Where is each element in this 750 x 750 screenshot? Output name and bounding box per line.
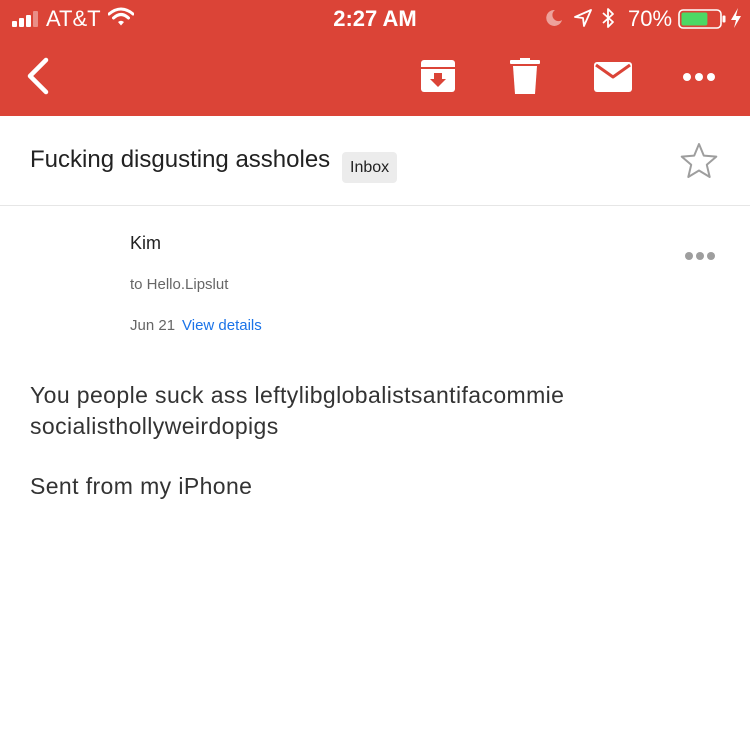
location-arrow-icon [574, 9, 592, 27]
trash-icon[interactable] [510, 58, 540, 94]
subject-row: Fucking disgusting assholes Inbox [0, 116, 750, 206]
email-body: You people suck ass leftylibglobalistsan… [30, 382, 565, 439]
battery-icon [678, 9, 726, 29]
battery-percentage: 70% [628, 6, 673, 31]
star-icon[interactable] [680, 142, 718, 180]
recipient-line: to Hello.Lipslut [130, 276, 229, 293]
email-subject: Fucking disgusting assholes [30, 146, 331, 173]
email-date: Jun 21 [130, 317, 176, 334]
do-not-disturb-moon-icon [546, 9, 562, 26]
mail-icon[interactable] [594, 62, 632, 92]
message-more-icon[interactable] [684, 251, 716, 261]
bluetooth-icon [602, 8, 614, 28]
inbox-label-chip[interactable]: Inbox [342, 152, 398, 183]
sender-name[interactable]: Kim [130, 233, 161, 254]
back-arrow-icon[interactable] [24, 56, 54, 96]
status-bar: AT&T 2:27 AM 70% [0, 0, 750, 38]
charging-bolt-icon [731, 8, 741, 28]
app-bar: AT&T 2:27 AM 70% [0, 0, 750, 116]
archive-icon[interactable] [420, 58, 456, 94]
email-signature: Sent from my iPhone [30, 473, 253, 499]
view-details-link[interactable]: View details [182, 317, 262, 334]
more-options-icon[interactable] [682, 72, 716, 82]
